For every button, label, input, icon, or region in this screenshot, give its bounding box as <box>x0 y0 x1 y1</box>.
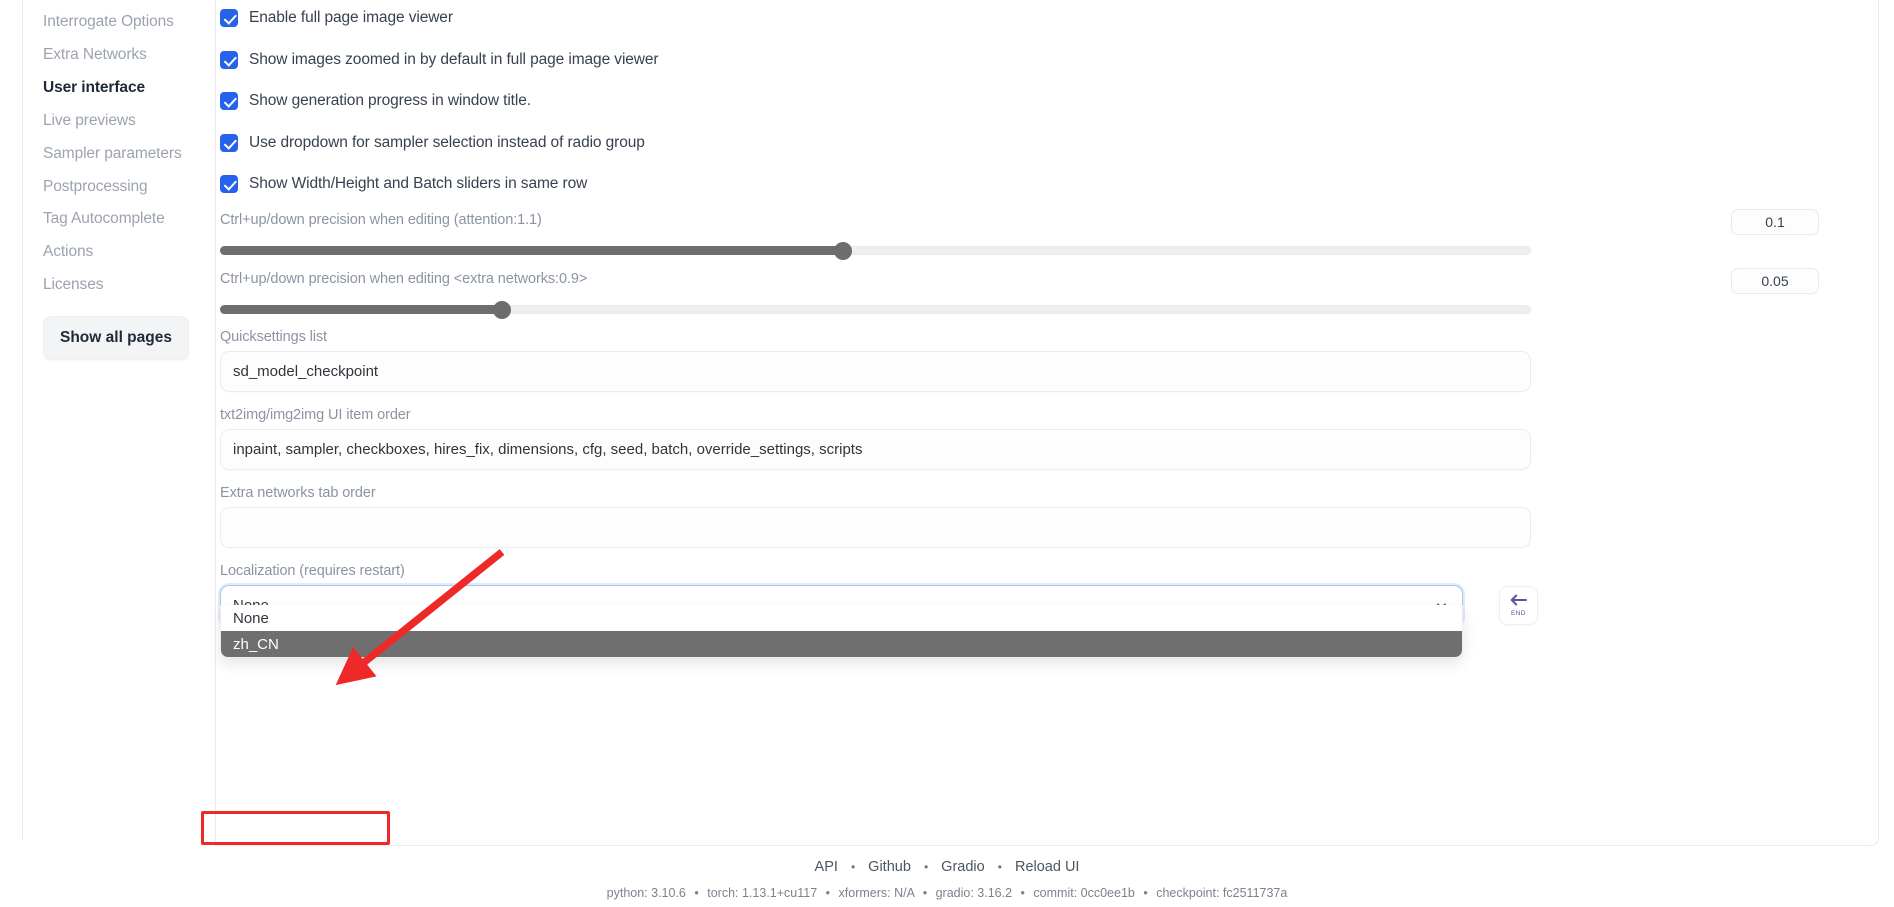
checkbox-row-images-zoomed-in[interactable]: Show images zoomed in by default in full… <box>220 48 1878 72</box>
footer-separator: • <box>1020 886 1025 900</box>
footer-links: API • Github • Gradio • Reload UI <box>0 859 1894 875</box>
quicksettings-list-input[interactable] <box>220 351 1531 392</box>
footer-separator: • <box>1143 886 1148 900</box>
footer-separator: • <box>922 886 928 900</box>
footer-separator: • <box>694 886 699 900</box>
slider-extra-networks-precision: Ctrl+up/down precision when editing <ext… <box>213 268 1878 319</box>
footer-version-info: python: 3.10.6 • torch: 1.13.1+cu117 • x… <box>0 886 1894 900</box>
field-quicksettings-list: Quicksettings list <box>213 329 1878 392</box>
field-label: Quicksettings list <box>220 329 327 345</box>
checkbox-row-generation-progress-title[interactable]: Show generation progress in window title… <box>220 89 1878 113</box>
footer-meta-commit: commit: 0cc0ee1b <box>1033 886 1135 900</box>
checkbox-sliders-same-row[interactable] <box>220 175 238 193</box>
checkbox-images-zoomed-in[interactable] <box>220 50 238 69</box>
show-all-pages-container: Show all pages <box>23 302 215 361</box>
checkbox-dropdown-sampler-selection[interactable] <box>220 133 238 152</box>
checkbox-row-dropdown-sampler-selection[interactable]: Use dropdown for sampler selection inste… <box>220 131 1878 155</box>
field-ui-item-order: txt2img/img2img UI item order <box>213 407 1878 470</box>
sidebar-item-extra-networks[interactable]: Extra Networks <box>23 39 198 72</box>
sidebar-item-postprocessing[interactable]: Postprocessing <box>23 171 198 204</box>
slider-track[interactable] <box>220 241 1531 260</box>
footer-meta-torch: torch: 1.13.1+cu117 <box>707 886 818 900</box>
footer-separator: • <box>825 886 831 900</box>
checkbox-row-full-page-image-viewer[interactable]: Enable full page image viewer <box>220 6 1878 30</box>
field-label: txt2img/img2img UI item order <box>220 407 411 423</box>
field-localization: Localization (requires restart) None END… <box>213 563 1878 658</box>
sidebar-item-tag-autocomplete[interactable]: Tag Autocomplete <box>23 203 198 236</box>
footer-separator: • <box>923 860 929 874</box>
slider-label: Ctrl+up/down precision when editing (att… <box>220 212 542 228</box>
footer-link-api[interactable]: API <box>815 859 838 875</box>
checkbox-full-page-image-viewer[interactable] <box>220 9 238 27</box>
checkbox-label[interactable]: Use dropdown for sampler selection inste… <box>249 134 645 152</box>
slider-fill <box>220 305 504 314</box>
sidebar-item-interrogate-options[interactable]: Interrogate Options <box>23 6 198 39</box>
checkbox-generation-progress-title[interactable] <box>220 92 238 110</box>
slider-value-input[interactable]: 0.1 <box>1731 209 1819 235</box>
checkbox-label[interactable]: Show Width/Height and Batch sliders in s… <box>249 175 587 193</box>
footer-link-reload-ui[interactable]: Reload UI <box>1015 859 1079 875</box>
field-label: Localization (requires restart) <box>220 563 405 579</box>
slider-knob[interactable] <box>493 300 512 319</box>
sidebar-item-licenses[interactable]: Licenses <box>23 269 198 302</box>
footer-meta-python: python: 3.10.6 <box>606 886 686 900</box>
ui-item-order-input[interactable] <box>220 429 1531 470</box>
footer-meta-gradio: gradio: 3.16.2 <box>935 886 1013 900</box>
sidebar-item-actions[interactable]: Actions <box>23 236 198 269</box>
slider-track[interactable] <box>220 300 1531 319</box>
footer-meta-xformers: xformers: N/A <box>838 886 915 900</box>
field-label: Extra networks tab order <box>220 485 376 501</box>
footer-link-github[interactable]: Github <box>868 859 911 875</box>
scroll-to-end-button[interactable]: END <box>1499 586 1538 625</box>
extra-networks-tab-order-input[interactable] <box>220 507 1531 548</box>
sidebar-item-sampler-parameters[interactable]: Sampler parameters <box>23 138 198 171</box>
arrow-left-icon <box>1509 593 1528 611</box>
settings-page: Interrogate Options Extra Networks User … <box>0 0 1894 907</box>
settings-sidebar: Interrogate Options Extra Networks User … <box>23 0 216 846</box>
checkbox-row-sliders-same-row[interactable]: Show Width/Height and Batch sliders in s… <box>220 172 1878 196</box>
footer-separator: • <box>997 860 1002 874</box>
checkbox-label[interactable]: Enable full page image viewer <box>249 9 453 27</box>
sidebar-item-live-previews[interactable]: Live previews <box>23 105 198 138</box>
checkbox-label[interactable]: Show generation progress in window title… <box>249 92 531 110</box>
footer-meta-checkpoint: checkpoint: fc2511737a <box>1156 886 1288 900</box>
dropdown-option-none[interactable]: None <box>221 605 1462 631</box>
slider-header: Ctrl+up/down precision when editing <ext… <box>213 268 1878 294</box>
footer-separator: • <box>850 860 856 874</box>
slider-attention-precision: Ctrl+up/down precision when editing (att… <box>213 209 1878 260</box>
settings-content: Enable full page image viewer Show image… <box>213 0 1878 846</box>
page-footer: API • Github • Gradio • Reload UI python… <box>0 846 1894 907</box>
checkbox-label[interactable]: Show images zoomed in by default in full… <box>249 51 659 69</box>
show-all-pages-button[interactable]: Show all pages <box>43 316 189 361</box>
slider-header: Ctrl+up/down precision when editing (att… <box>213 209 1878 235</box>
footer-link-gradio[interactable]: Gradio <box>941 859 985 875</box>
slider-value-input[interactable]: 0.05 <box>1731 268 1819 294</box>
slider-knob[interactable] <box>833 241 852 260</box>
dropdown-option-zh-cn[interactable]: zh_CN <box>221 631 1462 657</box>
end-button-label: END <box>1511 610 1526 618</box>
slider-label: Ctrl+up/down precision when editing <ext… <box>220 271 588 287</box>
slider-fill <box>220 246 844 255</box>
localization-dropdown-list: None zh_CN <box>220 605 1463 658</box>
sidebar-item-user-interface[interactable]: User interface <box>23 72 198 105</box>
field-extra-networks-tab-order: Extra networks tab order <box>213 485 1878 548</box>
